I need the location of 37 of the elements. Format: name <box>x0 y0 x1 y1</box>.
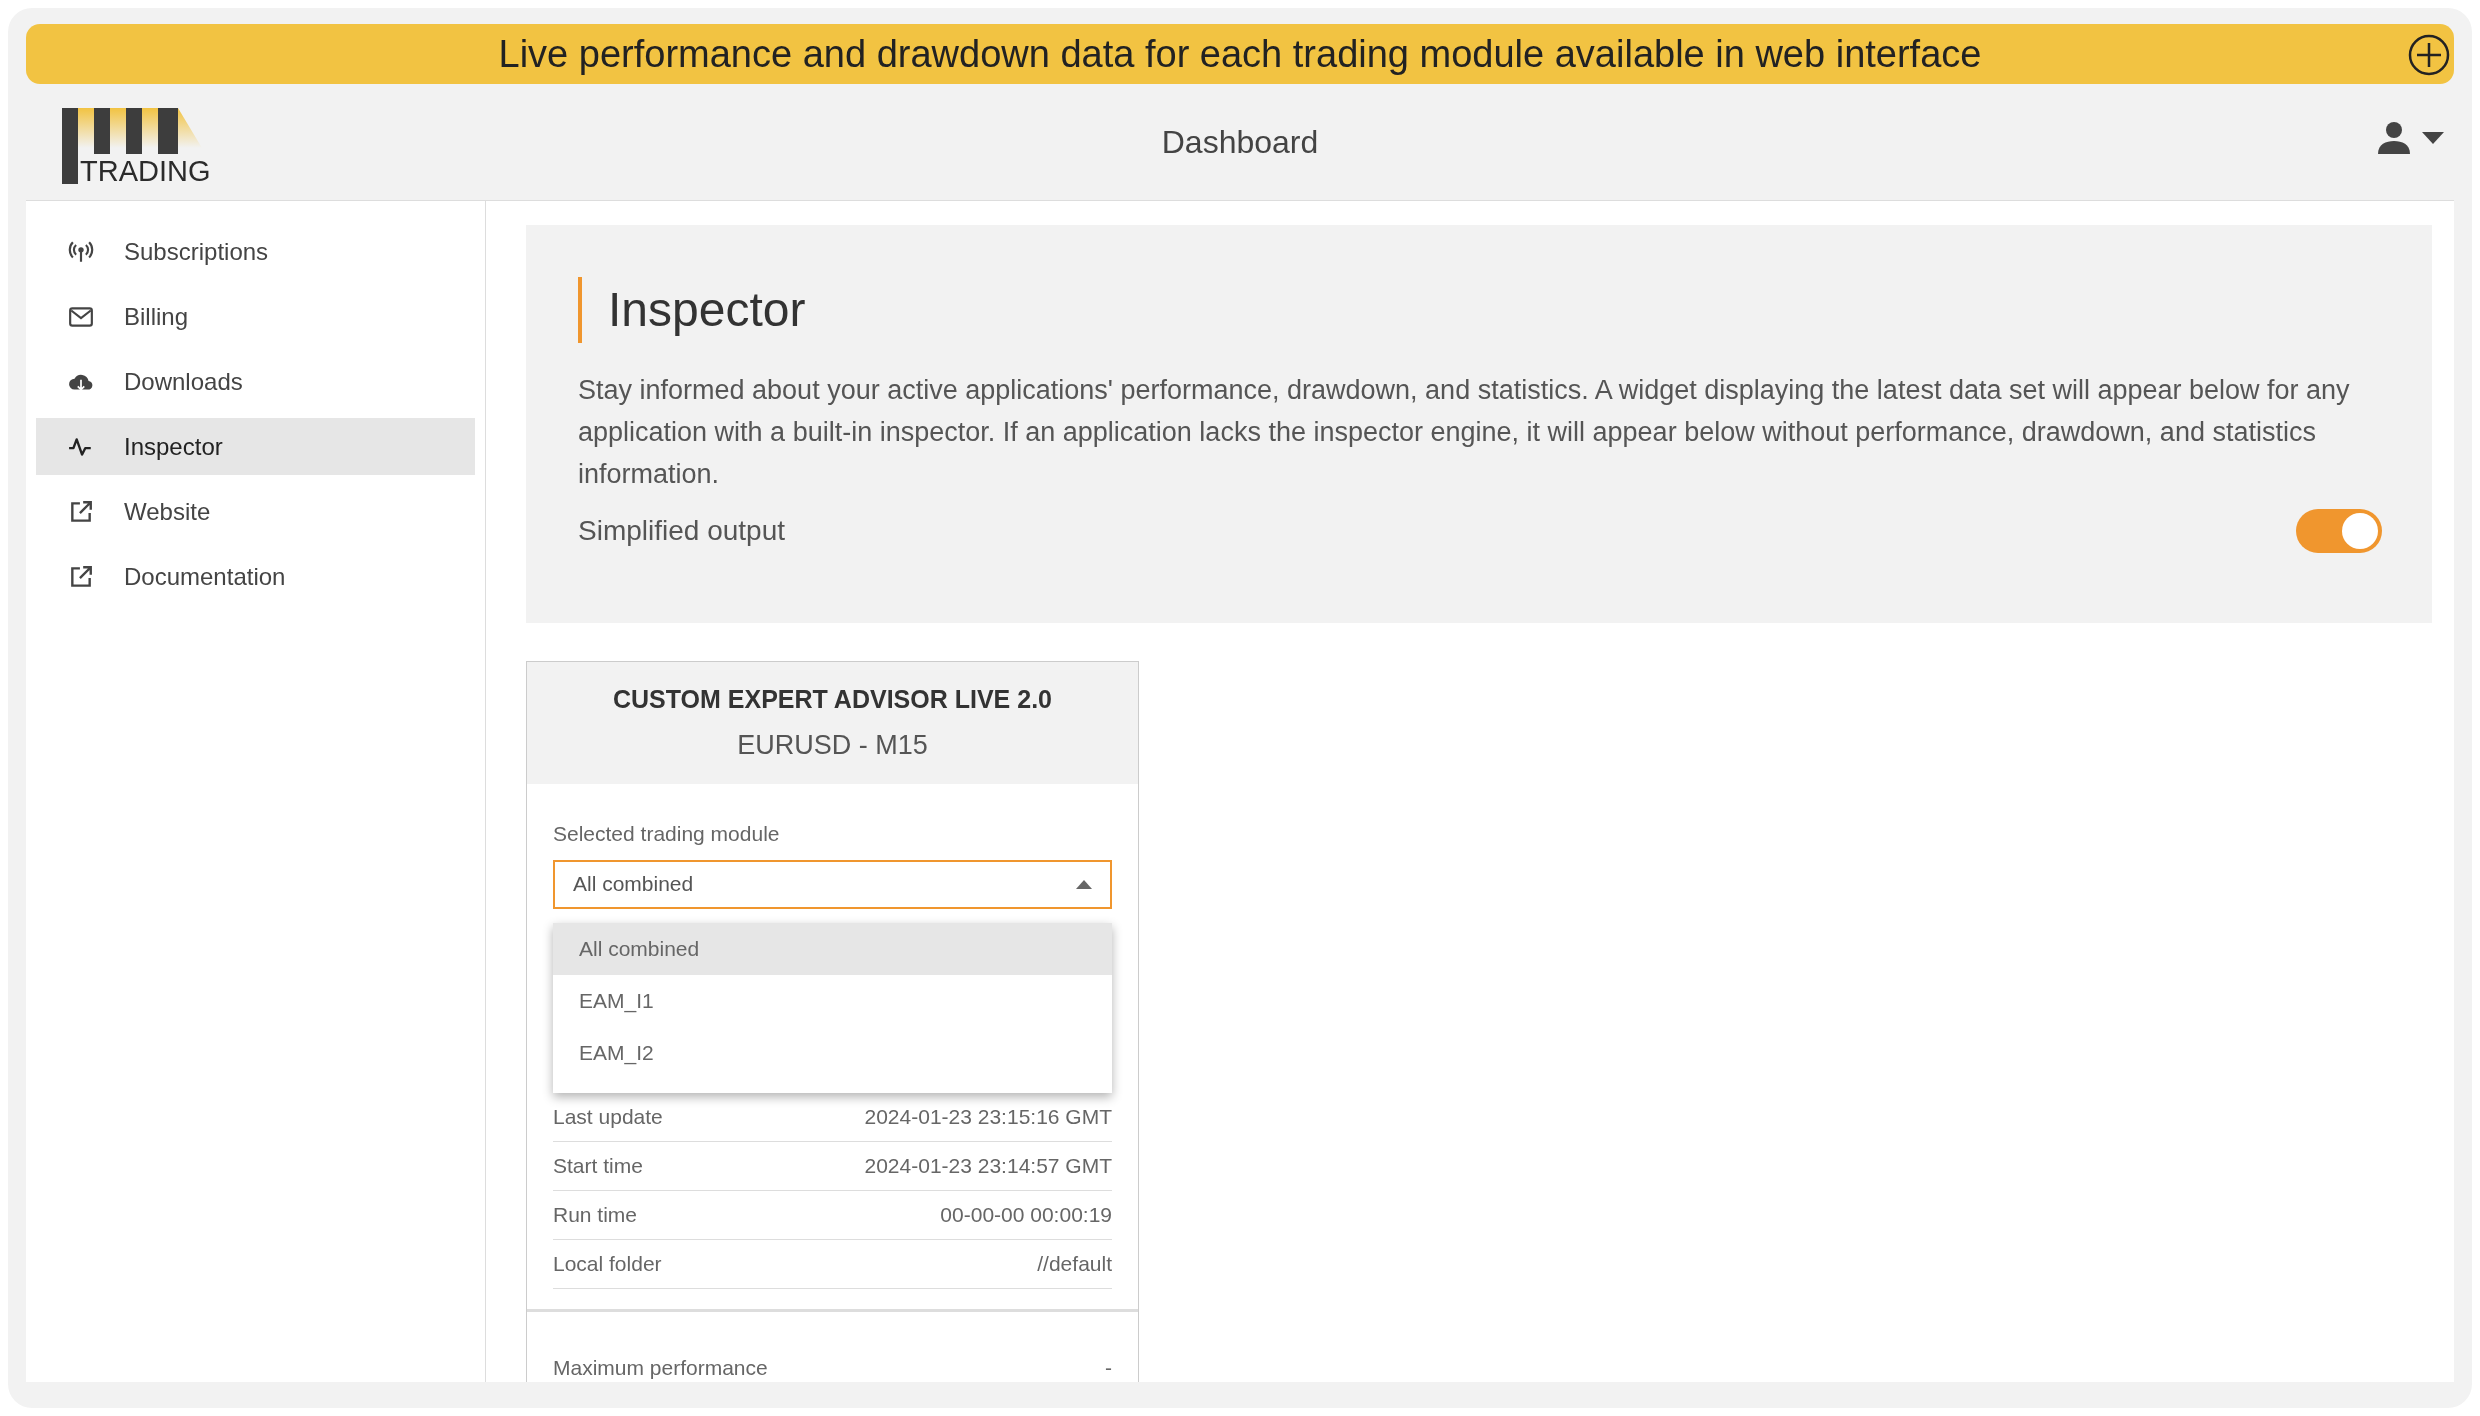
row-label: Run time <box>553 1201 638 1228</box>
external-link-icon <box>68 498 94 525</box>
logo-text: TRADING <box>80 156 211 186</box>
sidebar-item[interactable]: Documentation <box>36 548 475 605</box>
dropdown-option[interactable]: All combined <box>553 922 1112 975</box>
logo[interactable]: TRADING <box>62 108 238 184</box>
user-menu-button[interactable] <box>2376 120 2444 156</box>
card-title: CUSTOM EXPERT ADVISOR LIVE 2.0 <box>613 684 1052 715</box>
sidebar-item[interactable]: Inspector <box>36 418 475 475</box>
dropdown-option[interactable]: EAM_I2 <box>553 1026 1112 1079</box>
card-subtitle: EURUSD - M15 <box>737 728 928 762</box>
row-label: Maximum performance <box>553 1354 768 1381</box>
banner-text: Live performance and drawdown data for each trading module available in web interface <box>498 31 1982 77</box>
user-icon <box>2376 120 2412 156</box>
page-title: Dashboard <box>1161 123 1319 162</box>
sidebar-item[interactable]: Subscriptions <box>36 223 475 280</box>
sidebar-item[interactable]: Downloads <box>36 353 475 410</box>
simplified-output-toggle[interactable] <box>2296 509 2382 553</box>
trading-module-select[interactable]: All combined <box>553 859 1112 909</box>
row-value: 2024-01-23 23:14:57 GMT <box>864 1152 1112 1179</box>
row-value: 2024-01-23 23:15:16 GMT <box>864 1103 1112 1130</box>
intro-paragraph: Stay informed about your active applications' performance, drawdown, and statistics. A widget displaying the latest data set will appear below for any application with a built-in inspector. If an application lacks the inspector engine, it will appear below without performance, drawdown, and statistics information. <box>578 374 2351 491</box>
select-label: Selected trading module <box>553 821 781 847</box>
row-value: - <box>1105 1354 1112 1381</box>
toggle-label: Simplified output <box>578 514 785 548</box>
caret-icon <box>2422 132 2444 144</box>
row-value: 00-00-00 00:00:19 <box>940 1201 1112 1228</box>
dropdown-option[interactable]: EAM_I1 <box>553 974 1112 1027</box>
external-link-icon <box>68 563 94 590</box>
sidebar-item[interactable]: Billing <box>36 288 475 345</box>
row-value: //default <box>1037 1250 1112 1277</box>
add-icon[interactable] <box>2408 34 2450 76</box>
row-label: Start time <box>553 1152 643 1179</box>
row-label: Local folder <box>553 1250 662 1277</box>
row-label: Last update <box>553 1103 663 1130</box>
sidebar-item[interactable]: Website <box>36 483 475 540</box>
section-title: Inspector <box>608 282 806 338</box>
